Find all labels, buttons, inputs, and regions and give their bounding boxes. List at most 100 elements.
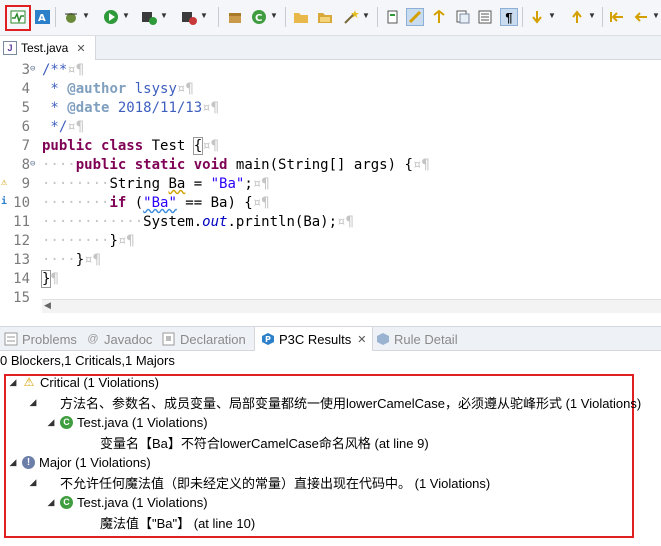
- tree-row-critical-detail[interactable]: 变量名【Ba】不符合lowerCamelCase命名风格 (at line 9): [100, 432, 429, 452]
- svg-text:C: C: [255, 13, 262, 24]
- close-icon[interactable]: ✕: [76, 42, 85, 55]
- collapse-icon[interactable]: ◢: [8, 377, 18, 388]
- tree-row-critical[interactable]: ◢ ⚠ Critical (1 Violations): [8, 372, 159, 392]
- java-class-icon: C: [60, 495, 73, 509]
- wand-icon[interactable]: [342, 8, 360, 26]
- collapse-icon[interactable]: ◢: [8, 457, 18, 468]
- line-number: 11: [13, 214, 30, 230]
- external-tools-icon[interactable]: [180, 8, 198, 26]
- line-number: 8: [21, 157, 30, 173]
- panel-tabbar: Problems @ Javadoc Declaration P P3C Res…: [0, 326, 661, 351]
- info-icon: !: [22, 455, 35, 469]
- collapse-icon[interactable]: ◢: [28, 477, 38, 488]
- java-class-icon: C: [60, 415, 73, 429]
- tab-test-java[interactable]: J Test.java ✕: [0, 36, 96, 60]
- info-marker-icon[interactable]: i: [1, 196, 7, 207]
- code-line-8: ····public static void main(String[] arg…: [42, 157, 430, 173]
- coverage-icon[interactable]: [140, 8, 158, 26]
- tab-label: Test.java: [21, 41, 69, 55]
- fold-toggle-icon[interactable]: ⊖: [30, 159, 40, 169]
- new-class-dropdown-icon[interactable]: ▼: [270, 12, 278, 22]
- svg-text:A: A: [38, 13, 46, 24]
- tab-javadoc[interactable]: @ Javadoc: [86, 327, 152, 351]
- forward-dropdown-icon[interactable]: ▼: [652, 12, 660, 22]
- a-plus-icon[interactable]: A: [34, 8, 52, 26]
- line-number: 12: [13, 233, 30, 249]
- warning-marker-icon[interactable]: ⚠: [1, 177, 7, 188]
- tab-p3c-results[interactable]: P P3C Results ✕: [254, 327, 374, 351]
- tab-declaration[interactable]: Declaration: [162, 327, 246, 351]
- tab-rule-detail[interactable]: Rule Detail: [376, 327, 458, 351]
- tree-row-major-file[interactable]: ◢ C Test.java (1 Violations): [46, 492, 208, 512]
- svg-text:P: P: [265, 335, 271, 344]
- line-number: 15: [13, 290, 30, 306]
- horizontal-scrollbar[interactable]: ◀: [42, 299, 661, 313]
- collapse-icon[interactable]: ◢: [46, 417, 56, 428]
- tree-row-critical-file[interactable]: ◢ C Test.java (1 Violations): [46, 412, 208, 432]
- coverage-dropdown-icon[interactable]: ▼: [160, 12, 168, 22]
- tree-row-major-detail[interactable]: 魔法值【"Ba"】 (at line 10): [100, 512, 255, 532]
- line-number: 14: [13, 271, 30, 287]
- code-line-5: * @date 2018/11/13¤¶: [42, 100, 220, 116]
- line-number: 7: [21, 138, 30, 154]
- line-number: 6: [21, 119, 30, 135]
- line-number: 4: [21, 81, 30, 97]
- wand-dropdown-icon[interactable]: ▼: [362, 12, 370, 22]
- line-number: 13: [13, 252, 30, 268]
- code-line-11: ············System.out.println(Ba);¤¶: [42, 214, 354, 230]
- back-icon[interactable]: [608, 8, 626, 26]
- tree-row-critical-rule[interactable]: ◢ 方法名、参数名、成员变量、局部变量都统一使用lowerCamelCase，必…: [28, 392, 642, 412]
- main-toolbar: A ▼ ▼ ▼ ▼ C ▼ ▼ ¶ ▼ ▼ ▼: [0, 0, 661, 36]
- code-line-14: }¶: [40, 270, 59, 288]
- run-icon[interactable]: [102, 8, 120, 26]
- java-file-icon: J: [3, 41, 17, 55]
- declaration-icon: [162, 332, 176, 346]
- code-line-4: * @author lsysy¤¶: [42, 81, 194, 97]
- highlighter-icon[interactable]: [406, 8, 424, 26]
- tree-row-major-rule[interactable]: ◢ 不允许任何魔法值（即未经定义的常量）直接出现在代码中。 (1 Violati…: [28, 472, 491, 492]
- code-line-9: ········String Ba = "Ba";¤¶: [42, 176, 270, 192]
- code-line-12: ········}¤¶: [42, 233, 135, 249]
- task-icon[interactable]: [384, 8, 402, 26]
- forward-icon[interactable]: [632, 8, 650, 26]
- next-annotation-icon[interactable]: [528, 8, 546, 26]
- close-icon[interactable]: ✕: [357, 333, 366, 346]
- debug-icon[interactable]: [62, 8, 80, 26]
- code-line-3: /**¤¶: [42, 62, 85, 78]
- prev-annotation-icon[interactable]: [568, 8, 586, 26]
- warning-icon: ⚠: [23, 375, 35, 389]
- line-number: 3: [21, 62, 30, 78]
- code-line-13: ····}¤¶: [42, 252, 102, 268]
- pilcrow-icon[interactable]: ¶: [500, 8, 518, 26]
- debug-dropdown-icon[interactable]: ▼: [82, 12, 90, 22]
- open-folder-icon[interactable]: [292, 8, 310, 26]
- run-dropdown-icon[interactable]: ▼: [122, 12, 130, 22]
- code-editor[interactable]: 3 4 5 6 7 8 9 10 11 12 13 14 15 ⊖ ⊖ ⚠ i …: [0, 60, 661, 306]
- collapse-icon[interactable]: ◢: [28, 397, 38, 408]
- tab-problems[interactable]: Problems: [4, 327, 77, 351]
- open-folder-2-icon[interactable]: [316, 8, 334, 26]
- tree-row-major[interactable]: ◢ ! Major (1 Violations): [8, 452, 151, 472]
- doc-icon[interactable]: [454, 8, 472, 26]
- code-line-6: */¤¶: [42, 119, 85, 135]
- code-line-10: ········if ("Ba" == Ba) {¤¶: [42, 195, 270, 211]
- line-number: 5: [21, 100, 30, 116]
- rule-detail-icon: [376, 332, 390, 346]
- fold-toggle-icon[interactable]: ⊖: [30, 64, 40, 74]
- p3c-icon: P: [261, 332, 275, 346]
- p3c-scan-icon[interactable]: [9, 8, 27, 26]
- editor-tabbar: J Test.java ✕: [0, 36, 661, 60]
- new-package-icon[interactable]: [226, 8, 244, 26]
- list-icon[interactable]: [476, 8, 494, 26]
- tools-dropdown-icon[interactable]: ▼: [200, 12, 208, 22]
- collapse-icon[interactable]: ◢: [46, 497, 56, 508]
- violations-summary: 0 Blockers,1 Criticals,1 Majors: [0, 353, 175, 368]
- format-icon[interactable]: [430, 8, 448, 26]
- new-class-icon[interactable]: C: [250, 8, 268, 26]
- next-annotation-dropdown-icon[interactable]: ▼: [548, 12, 556, 22]
- problems-icon: [4, 332, 18, 346]
- prev-annotation-dropdown-icon[interactable]: ▼: [588, 12, 596, 22]
- at-icon: @: [87, 333, 99, 345]
- results-tree[interactable]: ◢ ⚠ Critical (1 Violations) ◢ 方法名、参数名、成员…: [0, 372, 661, 546]
- scroll-left-icon[interactable]: ◀: [44, 300, 51, 311]
